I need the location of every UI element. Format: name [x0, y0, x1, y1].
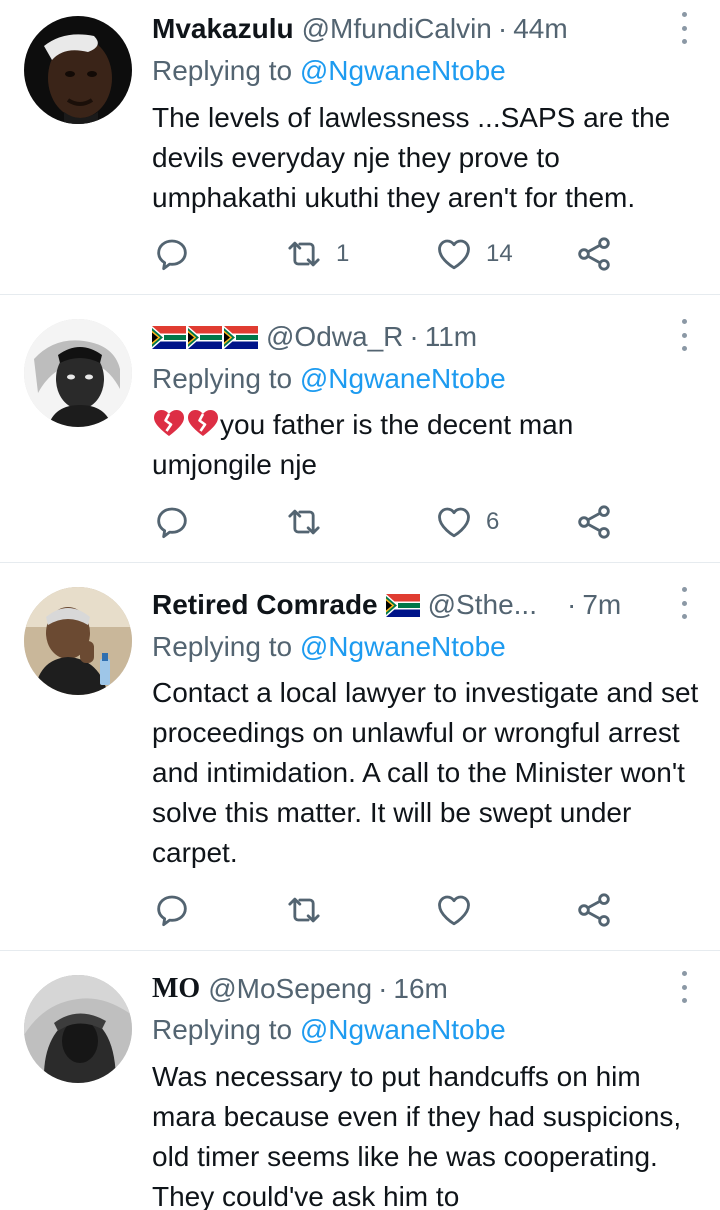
share-icon [574, 502, 614, 542]
mention-link[interactable]: @NgwaneNtobe [300, 55, 506, 86]
south-africa-flag-icon [224, 326, 258, 349]
tweet-text: Was necessary to put handcuffs on him ma… [152, 1061, 682, 1210]
tweet-actions: 1 14 [152, 234, 622, 274]
like-count: 6 [486, 508, 500, 535]
retweet-button[interactable] [284, 890, 324, 930]
tweet-header: Retired Comrade @Sthe... · 7m [152, 587, 660, 623]
broken-heart-emoji-icon [186, 408, 220, 438]
replying-label: Replying to [152, 631, 293, 662]
tweet-header: MO @MoSepeng · 16m [152, 971, 660, 1007]
share-button[interactable] [574, 502, 614, 542]
separator-dot: · [497, 13, 508, 44]
tweet[interactable]: Retired Comrade @Sthe... · 7m Replying t… [0, 563, 720, 950]
mention-link[interactable]: @NgwaneNtobe [300, 1014, 506, 1045]
tweet-actions [152, 890, 622, 930]
replying-label: Replying to [152, 55, 293, 86]
more-options-icon[interactable] [678, 12, 690, 44]
south-africa-flag-icon [386, 594, 420, 617]
tweet[interactable]: MO @MoSepeng · 16m Replying to @NgwaneNt… [0, 951, 720, 1210]
separator-dot: · [567, 589, 577, 620]
display-name[interactable]: MO [152, 971, 200, 1007]
retweet-count: 1 [336, 240, 350, 267]
tweet-actions: 6 [152, 502, 622, 542]
display-name[interactable]: Retired Comrade [152, 587, 378, 623]
replying-label: Replying to [152, 1014, 293, 1045]
replying-to: Replying to @NgwaneNtobe [152, 628, 506, 666]
mention-link[interactable]: @NgwaneNtobe [300, 631, 506, 662]
tweet-text: The levels of lawlessness ...SAPS are th… [152, 102, 671, 213]
timestamp[interactable]: 7m [582, 587, 621, 623]
like-button[interactable] [434, 890, 474, 930]
reply-button[interactable] [152, 502, 192, 542]
tweet-text-container: you father is the decent man umjongile n… [152, 405, 700, 485]
reply-button[interactable] [152, 234, 192, 274]
user-handle[interactable]: @Sthe... [428, 587, 537, 623]
replying-label: Replying to [152, 363, 293, 394]
broken-heart-emoji-icon [152, 408, 186, 438]
tweet-text: Contact a local lawyer to investigate an… [152, 677, 699, 868]
user-handle[interactable]: @MoSepeng [208, 971, 372, 1007]
like-icon [434, 502, 474, 542]
south-africa-flag-icon [188, 326, 222, 349]
like-button[interactable]: 6 [434, 502, 499, 542]
share-icon [574, 890, 614, 930]
like-button[interactable]: 14 [434, 234, 513, 274]
share-button[interactable] [574, 234, 614, 274]
avatar[interactable] [24, 587, 132, 695]
avatar[interactable] [24, 16, 132, 124]
tweet[interactable]: Mvakazulu @MfundiCalvin · 44m Replying t… [0, 0, 720, 295]
display-name[interactable]: Mvakazulu [152, 11, 294, 47]
more-options-icon[interactable] [678, 319, 690, 351]
reply-icon [152, 234, 192, 274]
more-options-icon[interactable] [678, 971, 690, 1003]
user-handle[interactable]: @Odwa_R [266, 319, 403, 355]
separator-dot: · [409, 321, 419, 352]
retweet-button[interactable] [284, 502, 324, 542]
avatar[interactable] [24, 975, 132, 1083]
name-flags [386, 594, 420, 617]
replying-to: Replying to @NgwaneNtobe [152, 52, 506, 90]
south-africa-flag-icon [152, 326, 186, 349]
more-options-icon[interactable] [678, 587, 690, 619]
reply-icon [152, 502, 192, 542]
timestamp[interactable]: 44m [513, 11, 567, 47]
replying-to: Replying to @NgwaneNtobe [152, 1011, 506, 1049]
mention-link[interactable]: @NgwaneNtobe [300, 363, 506, 394]
separator-dot: · [378, 973, 388, 1004]
retweet-icon [284, 502, 324, 542]
share-button[interactable] [574, 890, 614, 930]
tweet-header: @Odwa_R · 11m [152, 319, 660, 355]
retweet-button[interactable]: 1 [284, 234, 349, 274]
reply-icon [152, 890, 192, 930]
like-icon [434, 890, 474, 930]
name-flags[interactable] [152, 326, 258, 349]
like-count: 14 [486, 240, 513, 267]
reply-button[interactable] [152, 890, 192, 930]
retweet-icon [284, 890, 324, 930]
replying-to: Replying to @NgwaneNtobe [152, 360, 506, 398]
tweet[interactable]: @Odwa_R · 11m Replying to @NgwaneNtobe y… [0, 295, 720, 563]
reply-feed: Mvakazulu @MfundiCalvin · 44m Replying t… [0, 0, 720, 1210]
timestamp[interactable]: 16m [393, 971, 447, 1007]
avatar[interactable] [24, 319, 132, 427]
like-icon [434, 234, 474, 274]
tweet-header: Mvakazulu @MfundiCalvin · 44m [152, 11, 660, 47]
timestamp[interactable]: 11m [425, 319, 477, 355]
user-handle[interactable]: @MfundiCalvin [302, 11, 492, 47]
share-icon [574, 234, 614, 274]
retweet-icon [284, 234, 324, 274]
